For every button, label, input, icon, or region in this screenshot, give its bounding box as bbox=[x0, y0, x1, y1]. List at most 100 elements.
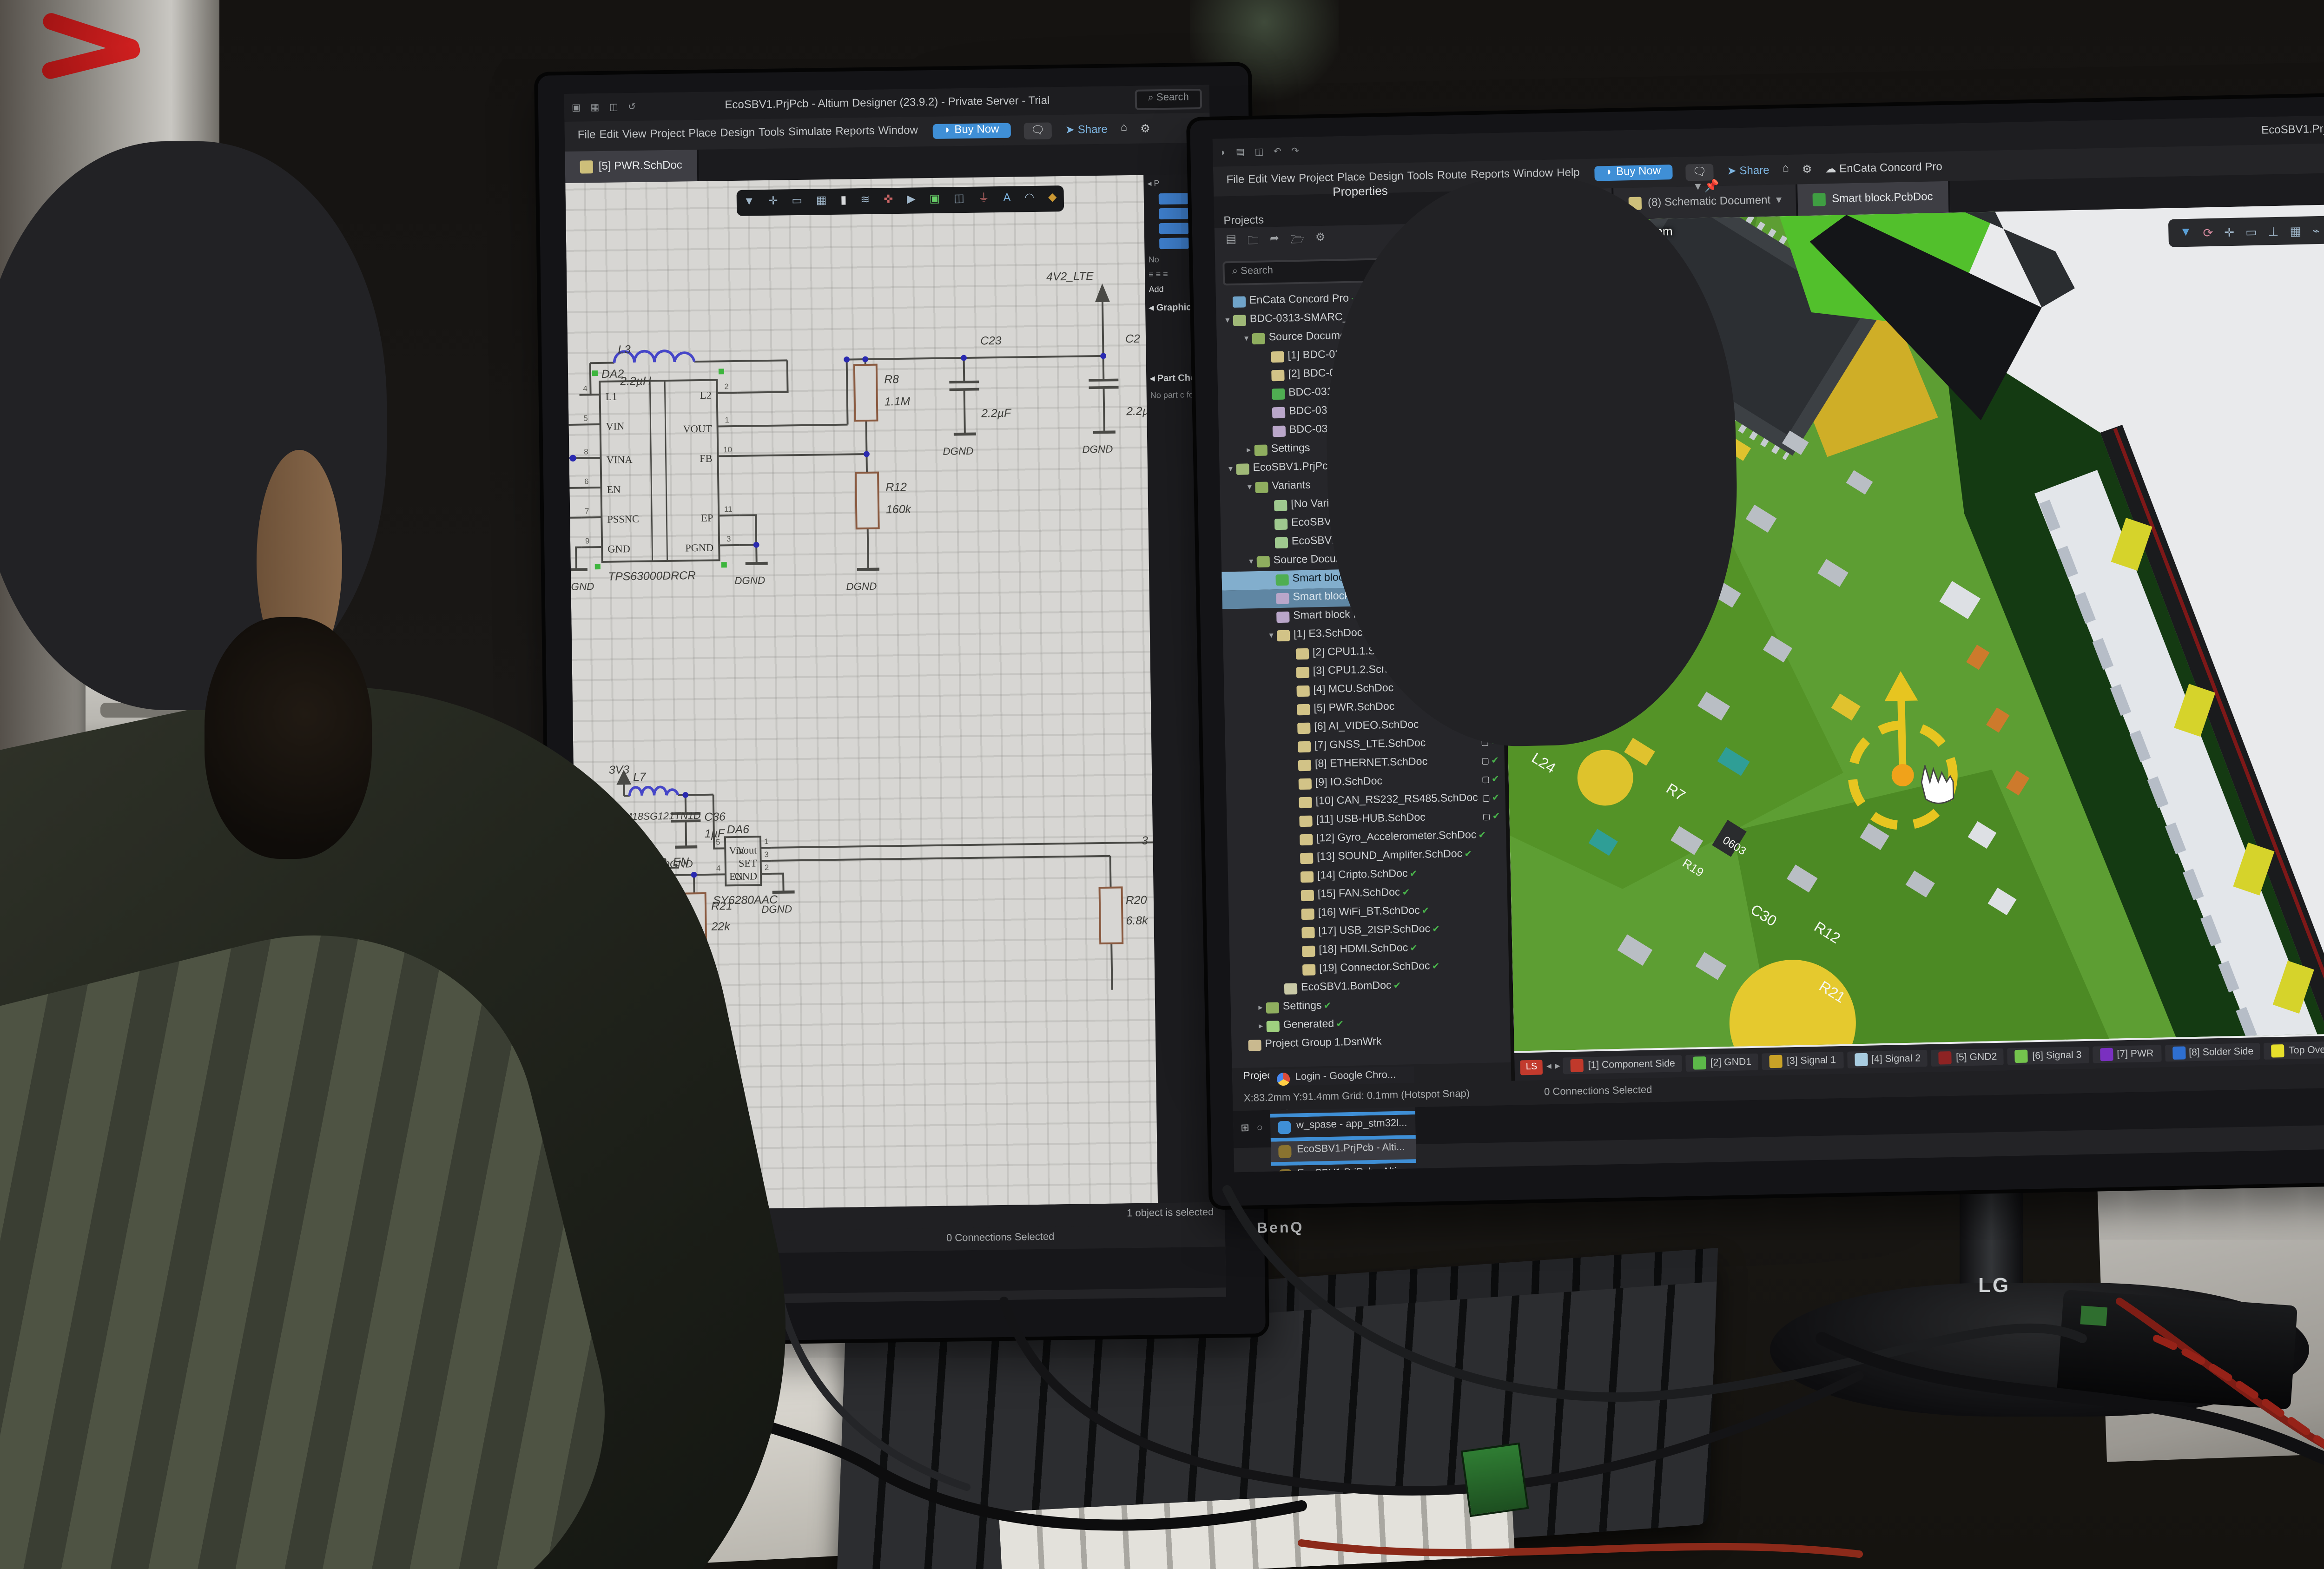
capacitor-c2[interactable] bbox=[1089, 380, 1118, 388]
menu-item[interactable]: File bbox=[576, 129, 598, 144]
gear-icon[interactable]: ⚙ bbox=[1140, 122, 1150, 135]
menu-item[interactable]: View bbox=[1269, 172, 1297, 188]
account-chip[interactable]: ☁ EnCata Concord Pro bbox=[1825, 160, 1942, 175]
menu-item[interactable]: Tools bbox=[757, 126, 787, 141]
doc-tab-pwr[interactable]: [5] PWR.SchDoc bbox=[565, 150, 699, 183]
save-icon[interactable]: ▤ bbox=[1226, 233, 1237, 252]
home-icon[interactable]: ⌂ bbox=[1121, 123, 1128, 134]
menu-item[interactable]: View bbox=[621, 128, 648, 143]
select-rect-icon[interactable]: ▭ bbox=[792, 189, 802, 215]
expand-icon[interactable] bbox=[1263, 524, 1274, 525]
expand-icon[interactable]: ▾ bbox=[1246, 556, 1257, 567]
arc-icon[interactable]: ◠ bbox=[1024, 186, 1035, 212]
resistor-r21[interactable] bbox=[683, 893, 706, 949]
menu-item[interactable]: Edit bbox=[597, 128, 621, 144]
folder-icon[interactable]: 🗁 bbox=[1290, 232, 1305, 251]
layer-set-button[interactable]: LS bbox=[1520, 1059, 1543, 1074]
taskbar-app[interactable]: w_spa... bbox=[601, 1263, 681, 1288]
menu-item[interactable]: Window bbox=[876, 124, 920, 139]
layer-scroll-left-icon[interactable]: ◂ bbox=[1546, 1061, 1552, 1072]
layer-tab[interactable]: Top Overlay bbox=[2265, 1041, 2324, 1060]
share-button[interactable]: ➤ Share bbox=[1065, 123, 1108, 136]
layer-tab[interactable]: [8] Solder Side bbox=[2165, 1043, 2261, 1061]
resistor-r20[interactable] bbox=[1100, 887, 1123, 943]
search-icon[interactable]: ○ bbox=[1257, 1123, 1263, 1134]
layer-tab[interactable]: [6] Signal 3 bbox=[2008, 1047, 2089, 1065]
resistor-r8[interactable] bbox=[854, 365, 878, 421]
measure-icon[interactable]: ⊥ bbox=[2268, 224, 2278, 238]
home-icon[interactable]: ⌂ bbox=[1782, 164, 1789, 175]
wire-icon[interactable]: ≋ bbox=[860, 188, 870, 214]
probe-icon[interactable]: ▶ bbox=[907, 187, 916, 213]
expand-icon[interactable] bbox=[1289, 858, 1300, 859]
layer-tab[interactable]: [3] Signal 1 bbox=[1763, 1052, 1844, 1070]
move-icon[interactable]: ✛ bbox=[2224, 224, 2234, 239]
menu-item[interactable]: Place bbox=[687, 127, 719, 142]
menu-item[interactable]: Tools bbox=[1405, 170, 1435, 185]
buy-now-button[interactable]: ◗ Buy Now bbox=[933, 123, 1010, 139]
clipboard-icon[interactable]: ▮ bbox=[840, 189, 847, 215]
search-input[interactable]: ⌕ Search bbox=[1135, 89, 1202, 110]
component-icon[interactable]: ▦ bbox=[2290, 223, 2301, 238]
open-icon[interactable]: 🗀 bbox=[1248, 233, 1259, 251]
layer-tab[interactable]: [5] GND2 bbox=[1932, 1048, 2005, 1067]
layer-scroll-right-icon[interactable]: ▸ bbox=[1555, 1061, 1560, 1072]
route-icon[interactable]: ⌁ bbox=[2312, 223, 2320, 237]
expand-icon[interactable]: ▾ bbox=[1244, 482, 1255, 493]
diamond-icon[interactable]: ◆ bbox=[1048, 185, 1057, 211]
forward-icon[interactable]: ➦ bbox=[1270, 232, 1280, 251]
gear-icon[interactable]: ⚙ bbox=[1802, 163, 1812, 176]
expand-icon[interactable] bbox=[1286, 728, 1297, 729]
expand-icon[interactable]: ▸ bbox=[1243, 445, 1254, 456]
model-chip[interactable] bbox=[1159, 237, 1189, 249]
power-icon[interactable]: ⏚ bbox=[978, 186, 990, 212]
expand-icon[interactable] bbox=[1261, 431, 1273, 432]
share-button[interactable]: ➤ Share bbox=[1727, 164, 1769, 178]
expand-icon[interactable]: ▸ bbox=[1255, 1021, 1267, 1032]
junction-icon[interactable]: ✜ bbox=[884, 188, 893, 214]
filter-icon[interactable]: ▼ bbox=[2179, 226, 2192, 240]
app-icons[interactable]: ◗ ▤ ◫ ↶ ↷ bbox=[1220, 145, 1303, 158]
menu-item[interactable]: Route bbox=[1435, 169, 1469, 185]
comment-icon[interactable]: 🗨 bbox=[1685, 163, 1714, 180]
expand-icon[interactable]: ▾ bbox=[1241, 333, 1252, 344]
settings-icon[interactable]: ⚙ bbox=[1315, 231, 1326, 250]
schematic-canvas[interactable]: 4V2_LTE L3 2.2µH DA2 TPS63000DRCR R8 1.1… bbox=[565, 175, 1158, 1211]
tab-smart-block-pcbdoc[interactable]: Smart block.PcbDoc bbox=[1798, 181, 1950, 216]
taskbar-app[interactable]: w_spase - app_stm32l... bbox=[1270, 1114, 1415, 1140]
model-chip[interactable] bbox=[1159, 193, 1188, 204]
sheet-icon[interactable]: ▣ bbox=[929, 187, 940, 213]
expand-icon[interactable] bbox=[1290, 914, 1301, 915]
comment-icon[interactable]: 🗨 bbox=[1023, 121, 1052, 138]
buy-now-button[interactable]: ◗ Buy Now bbox=[1594, 165, 1672, 181]
taskbar-app[interactable]: EcoSBV... bbox=[602, 1287, 681, 1306]
menu-item[interactable]: File bbox=[1224, 173, 1246, 189]
expand-icon[interactable]: ▸ bbox=[1255, 1002, 1266, 1014]
expand-icon[interactable]: ▾ bbox=[1222, 315, 1233, 326]
expand-icon[interactable]: ▾ bbox=[1266, 630, 1277, 641]
model-chip[interactable] bbox=[1159, 223, 1189, 234]
move-icon[interactable]: ✛ bbox=[768, 190, 778, 216]
layer-tab[interactable]: [1] Component Side bbox=[1564, 1055, 1683, 1074]
taskbar-app[interactable]: EcoSBV1.PrjPcb - Alti... bbox=[1271, 1138, 1416, 1165]
expand-icon[interactable] bbox=[1291, 951, 1302, 952]
expand-icon[interactable] bbox=[1286, 691, 1297, 692]
capacitor-c23[interactable] bbox=[949, 382, 979, 390]
menu-item[interactable]: Project bbox=[1297, 171, 1335, 187]
expand-icon[interactable] bbox=[1265, 617, 1276, 618]
status-editor[interactable]: Editor bbox=[591, 1216, 618, 1228]
ic-icon[interactable]: ◫ bbox=[954, 187, 964, 213]
menu-item[interactable]: Project bbox=[648, 127, 687, 143]
component-da2[interactable] bbox=[600, 380, 719, 561]
select-rect-icon[interactable]: ▭ bbox=[2245, 224, 2257, 239]
text-icon[interactable]: A bbox=[1003, 186, 1011, 212]
component-icon[interactable]: ▦ bbox=[816, 189, 826, 215]
expand-icon[interactable] bbox=[1221, 302, 1233, 303]
filter-icon[interactable]: ▼ bbox=[743, 190, 755, 216]
model-chip[interactable] bbox=[1159, 208, 1188, 219]
expand-icon[interactable] bbox=[1285, 672, 1296, 673]
expand-icon[interactable]: ▾ bbox=[1225, 464, 1236, 475]
menu-item[interactable]: Edit bbox=[1246, 173, 1269, 188]
layer-tab[interactable]: [4] Signal 2 bbox=[1847, 1050, 1928, 1068]
menu-item[interactable]: Place bbox=[1335, 171, 1367, 186]
